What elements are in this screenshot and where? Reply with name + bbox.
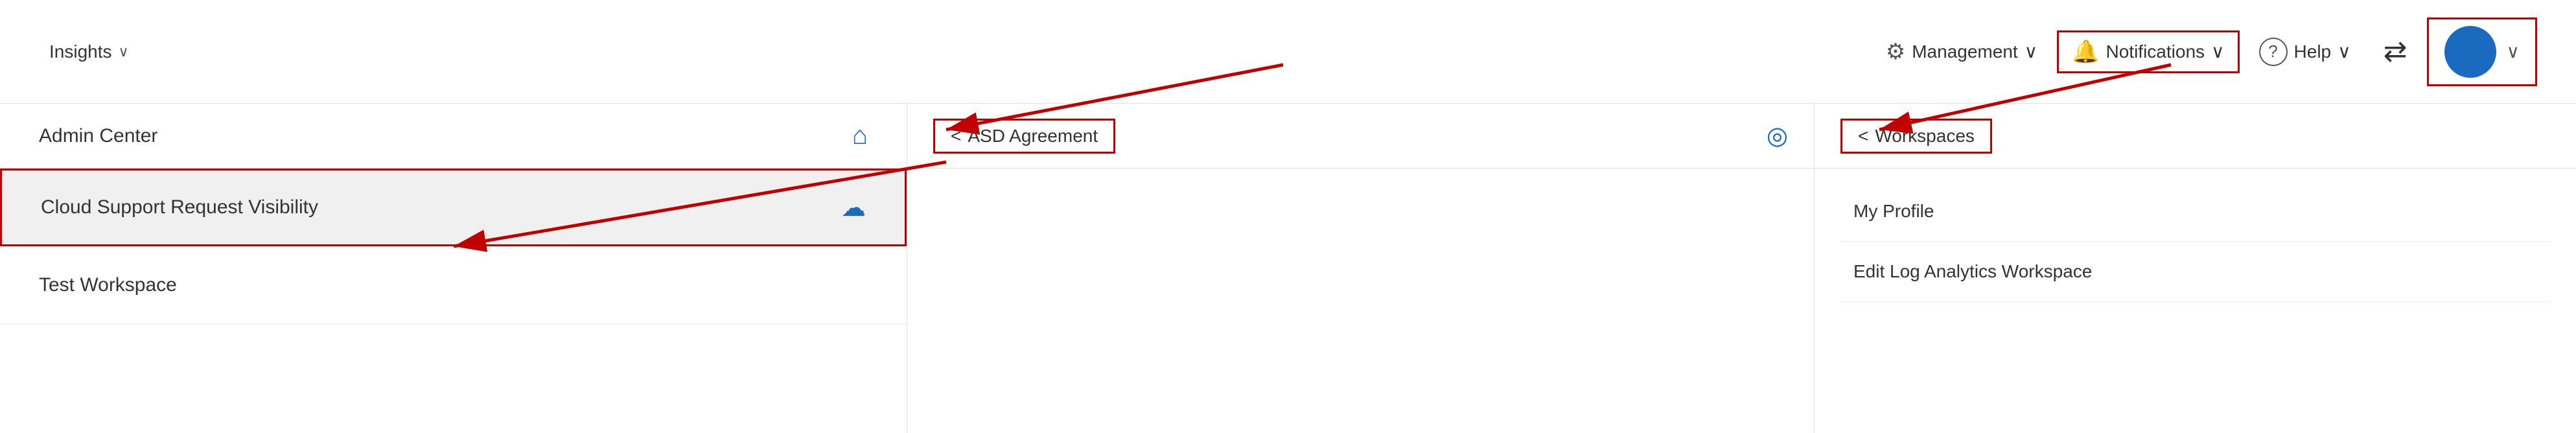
asd-back-icon: < (951, 126, 961, 146)
home-icon[interactable]: ⌂ (852, 121, 868, 150)
my-profile-label: My Profile (1853, 201, 1934, 221)
cloud-support-label: Cloud Support Request Visibility (41, 196, 318, 218)
middle-panel: < ASD Agreement ◎ (907, 104, 1815, 433)
admin-center-label: Admin Center (39, 125, 839, 147)
right-panel: < Workspaces My Profile Edit Log Analyti… (1815, 104, 2576, 433)
management-chevron-icon: ∨ (2025, 41, 2038, 62)
right-panel-header: < Workspaces (1815, 104, 2576, 169)
nav-item-notifications[interactable]: 🔔 Notifications ∨ (2057, 30, 2239, 73)
edit-log-analytics-label: Edit Log Analytics Workspace (1853, 261, 2092, 281)
right-panel-items: My Profile Edit Log Analytics Workspace (1815, 169, 2576, 315)
bell-icon: 🔔 (2072, 39, 2099, 65)
user-avatar-area[interactable]: ∨ (2427, 18, 2538, 86)
nav-item-insights[interactable]: Insights ∨ (39, 36, 139, 67)
help-circle-icon: ? (2259, 38, 2288, 66)
asd-agreement-label: ASD Agreement (968, 126, 1098, 146)
nav-item-help[interactable]: ? Help ∨ (2246, 32, 2364, 71)
nav-item-user-icon[interactable]: ⇄ (2371, 30, 2420, 73)
insights-chevron-icon: ∨ (119, 43, 129, 60)
gear-icon: ⚙ (1886, 39, 1905, 65)
my-profile-item[interactable]: My Profile (1840, 181, 2550, 242)
left-panel: Admin Center ⌂ Cloud Support Request Vis… (0, 104, 907, 433)
management-label: Management (1912, 41, 2017, 62)
help-chevron-icon: ∨ (2338, 41, 2351, 62)
user-switch-icon: ⇄ (2384, 35, 2408, 68)
panel-item-test-workspace[interactable]: Test Workspace (0, 246, 907, 324)
avatar (2444, 26, 2496, 78)
panel-item-cloud-support[interactable]: Cloud Support Request Visibility ☁ (0, 169, 907, 246)
nav-right-section: ⚙ Management ∨ 🔔 Notifications ∨ ? Help … (1873, 18, 2537, 86)
middle-panel-header: < ASD Agreement ◎ (907, 104, 1814, 169)
main-content: Admin Center ⌂ Cloud Support Request Vis… (0, 104, 2576, 433)
workspaces-label: Workspaces (1875, 126, 1975, 146)
notifications-chevron-icon: ∨ (2211, 41, 2225, 62)
notifications-label: Notifications (2106, 41, 2205, 62)
edit-log-analytics-item[interactable]: Edit Log Analytics Workspace (1840, 242, 2550, 302)
help-label: Help (2294, 41, 2332, 62)
cloud-icon: ☁ (841, 193, 866, 222)
workspaces-back-icon: < (1858, 126, 1868, 146)
asd-agreement-back-nav[interactable]: < ASD Agreement (933, 119, 1115, 154)
test-workspace-label: Test Workspace (39, 274, 177, 296)
nav-item-management[interactable]: ⚙ Management ∨ (1873, 34, 2050, 70)
left-panel-header: Admin Center ⌂ (0, 104, 907, 169)
left-panel-items: Cloud Support Request Visibility ☁ Test … (0, 169, 907, 324)
top-nav-bar: Insights ∨ ⚙ Management ∨ 🔔 Notification… (0, 0, 2576, 104)
eye-icon[interactable]: ◎ (1767, 121, 1788, 150)
workspaces-back-nav[interactable]: < Workspaces (1840, 119, 1992, 154)
insights-label: Insights (49, 41, 112, 62)
user-chevron-icon: ∨ (2507, 41, 2520, 62)
